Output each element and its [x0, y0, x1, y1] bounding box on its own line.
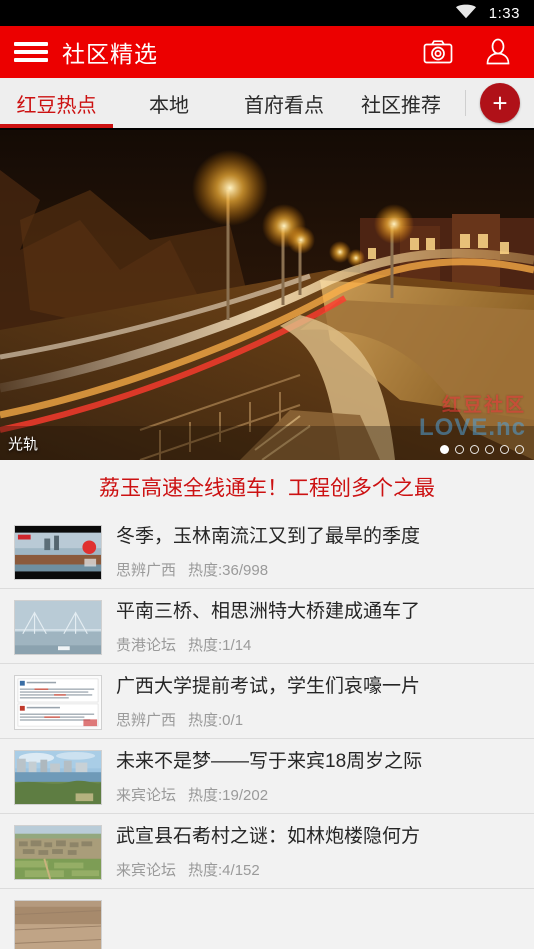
- list-item-text: 平南三桥、相思洲特大桥建成通车了 贵港论坛 热度:1/14: [116, 598, 520, 655]
- list-item[interactable]: 未来不是梦——写于来宾18周岁之际 来宾论坛 热度:19/202: [0, 739, 534, 814]
- list-item-heat: 热度:19/202: [188, 787, 269, 804]
- list-item-meta: 来宾论坛 热度:19/202: [116, 784, 520, 805]
- plus-icon: +: [492, 88, 508, 118]
- camera-icon[interactable]: [418, 32, 458, 72]
- thumbnail-image: [14, 825, 102, 880]
- featured-headline[interactable]: 荔玉高速全线通车！工程创多个之最: [0, 460, 534, 514]
- app-bar: 社区精选: [0, 26, 534, 78]
- thumbnail-image: [14, 600, 102, 655]
- carousel-dot[interactable]: [500, 445, 509, 454]
- carousel-dots: [440, 445, 524, 454]
- watermark-line-1: 红豆社区: [441, 395, 526, 416]
- page-title: 社区精选: [62, 41, 158, 67]
- status-time: 1:33: [488, 4, 520, 22]
- list-item[interactable]: 冬季，玉林南流江又到了最旱的季度 思辨广西 热度:36/998: [0, 514, 534, 589]
- list-item-text: 广西大学提前考试，学生们哀嚎一片 思辨广西 热度:0/1: [116, 673, 520, 730]
- thumbnail-image: [14, 900, 102, 949]
- list-item-heat: 热度:4/152: [188, 862, 260, 879]
- carousel-dot[interactable]: [455, 445, 464, 454]
- list-item[interactable]: 武宣县石耇村之谜：如林炮楼隐何方 来宾论坛 热度:4/152: [0, 814, 534, 889]
- list-item-title: 平南三桥、相思洲特大桥建成通车了: [116, 601, 421, 622]
- list-item-text: 冬季，玉林南流江又到了最旱的季度 思辨广西 热度:36/998: [116, 523, 520, 580]
- list-item[interactable]: [0, 889, 534, 949]
- app-screen: 1:33 社区精选 红豆热点 本地 首府看点 社区推荐 + 光轨 红豆社区 LO…: [0, 0, 534, 949]
- list-item-meta: 来宾论坛 热度:4/152: [116, 859, 520, 880]
- wifi-icon: [455, 3, 477, 24]
- list-item-source: 来宾论坛: [116, 787, 177, 804]
- tab-label: 社区推荐: [361, 94, 441, 117]
- list-item-meta: 思辨广西 热度:0/1: [116, 709, 520, 730]
- thumbnail-image: [14, 750, 102, 805]
- tab-list: 红豆热点 本地 首府看点 社区推荐: [0, 78, 465, 128]
- carousel-dot[interactable]: [440, 445, 449, 454]
- list-item-meta: 思辨广西 热度:36/998: [116, 559, 520, 580]
- hero-carousel[interactable]: 光轨 红豆社区 LOVE.nc: [0, 130, 534, 460]
- list-item-title: 广西大学提前考试，学生们哀嚎一片: [116, 676, 421, 697]
- list-item-heat: 热度:0/1: [188, 712, 244, 729]
- list-item-title: 武宣县石耇村之谜：如林炮楼隐何方: [116, 826, 421, 847]
- list-item-text: [116, 898, 520, 908]
- list-item-title: 冬季，玉林南流江又到了最旱的季度: [116, 526, 421, 547]
- tab-local[interactable]: 本地: [113, 78, 225, 128]
- list-item-title: 未来不是梦——写于来宾18周岁之际: [116, 751, 423, 772]
- tab-label: 首府看点: [244, 94, 324, 117]
- carousel-dot[interactable]: [470, 445, 479, 454]
- carousel-dot[interactable]: [515, 445, 524, 454]
- news-list: 冬季，玉林南流江又到了最旱的季度 思辨广西 热度:36/998 平南三桥、相思洲…: [0, 514, 534, 949]
- list-item[interactable]: 平南三桥、相思洲特大桥建成通车了 贵港论坛 热度:1/14: [0, 589, 534, 664]
- tab-label: 本地: [149, 94, 189, 117]
- list-item-text: 未来不是梦——写于来宾18周岁之际 来宾论坛 热度:19/202: [116, 748, 520, 805]
- carousel-dot[interactable]: [485, 445, 494, 454]
- list-item-heat: 热度:1/14: [188, 637, 252, 654]
- tab-community-recommend[interactable]: 社区推荐: [343, 78, 459, 128]
- hamburger-menu-icon[interactable]: [14, 40, 48, 64]
- status-bar: 1:33: [0, 0, 534, 26]
- list-item-source: 思辨广西: [116, 712, 177, 729]
- thumbnail-image: [14, 525, 102, 580]
- thumbnail-image: [14, 675, 102, 730]
- profile-icon[interactable]: [478, 32, 518, 72]
- add-post-button[interactable]: +: [480, 83, 520, 123]
- hero-caption: 光轨: [8, 436, 39, 453]
- tab-capital-views[interactable]: 首府看点: [225, 78, 343, 128]
- fab-container: +: [466, 78, 534, 128]
- list-item-source: 来宾论坛: [116, 862, 177, 879]
- list-item-source: 思辨广西: [116, 562, 177, 579]
- list-item-meta: 贵港论坛 热度:1/14: [116, 634, 520, 655]
- tab-label: 红豆热点: [16, 94, 97, 117]
- list-item-text: 武宣县石耇村之谜：如林炮楼隐何方 来宾论坛 热度:4/152: [116, 823, 520, 880]
- hero-watermark: 红豆社区 LOVE.nc: [419, 396, 526, 440]
- tab-bar: 红豆热点 本地 首府看点 社区推荐 +: [0, 78, 534, 130]
- list-item-heat: 热度:36/998: [188, 562, 269, 579]
- tab-hongdou-hotspot[interactable]: 红豆热点: [0, 78, 113, 128]
- watermark-line-2: LOVE.nc: [418, 414, 526, 441]
- list-item-source: 贵港论坛: [116, 637, 177, 654]
- list-item[interactable]: 广西大学提前考试，学生们哀嚎一片 思辨广西 热度:0/1: [0, 664, 534, 739]
